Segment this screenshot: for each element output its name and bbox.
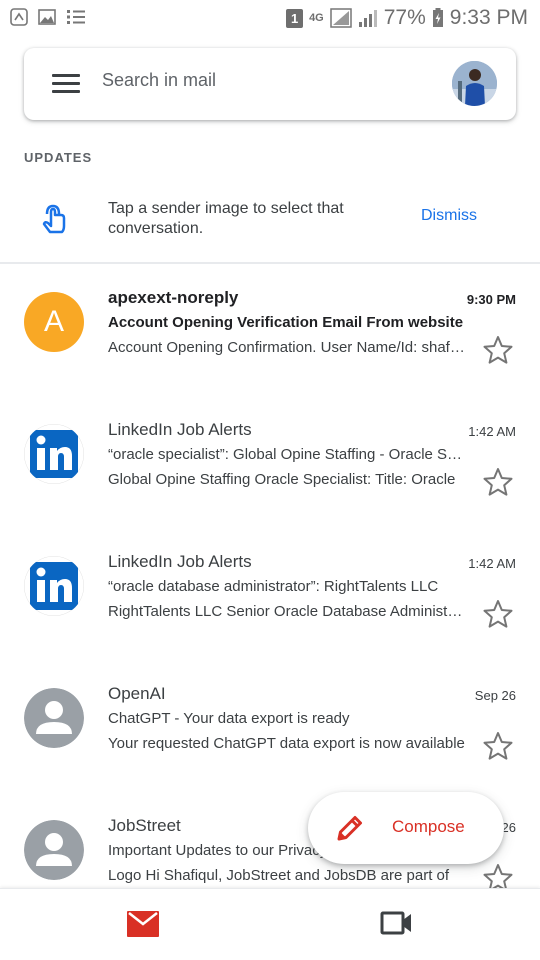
person-silhouette-icon[interactable] (24, 820, 84, 880)
mail-snippet: RightTalents LLC Senior Oracle Database … (108, 603, 466, 620)
compose-button[interactable]: Compose (308, 792, 504, 864)
sender-avatar-letter[interactable]: A (24, 292, 84, 352)
mail-time: 9:30 PM (466, 292, 516, 307)
status-right-icons: 1 4G 77% 9:33 PM (286, 6, 528, 30)
compose-label: Compose (392, 817, 465, 836)
dismiss-button[interactable]: Dismiss (421, 207, 477, 225)
mail-snippet: Your requested ChatGPT data export is no… (108, 735, 465, 752)
mail-row[interactable]: Aapexext-noreply 9:30 PM Account Opening V… (0, 272, 540, 404)
section-label: UPDATES (24, 150, 93, 165)
sender-name: LinkedIn Job Alerts (108, 552, 252, 571)
sender-name: LinkedIn Job Alerts (108, 420, 252, 439)
mail-row[interactable]: LinkedIn Job Alerts 1:42 AM “oracle databa… (0, 536, 540, 668)
person-silhouette-icon[interactable] (24, 688, 84, 748)
mail-time: Sep 26 (474, 688, 516, 703)
divider (0, 262, 540, 264)
mail-subject: Account Opening Verification Email From … (108, 314, 464, 331)
clock: 9:33 PM (449, 6, 528, 29)
star-icon[interactable] (482, 730, 514, 762)
pencil-icon (337, 816, 362, 841)
search-bar[interactable]: Search in mail (24, 48, 516, 120)
mail-row[interactable]: OpenAI Sep 26 ChatGPT - Your data export i… (0, 668, 540, 800)
mail-snippet: Logo Hi Shafiqul, JobStreet and JobsDB a… (108, 867, 450, 884)
mail-snippet: Account Opening Confirmation. User Name/… (108, 339, 466, 356)
mail-time: 1:42 AM (468, 556, 516, 571)
screenshot-icon (10, 8, 28, 26)
mail-icon[interactable] (127, 911, 159, 937)
star-icon[interactable] (482, 466, 514, 498)
tip-text: Tap a sender image to select that conver… (108, 200, 344, 237)
battery-icon (432, 8, 443, 27)
status-left-icons (10, 8, 86, 26)
tap-gesture-icon (42, 204, 66, 234)
sender-name: apexext-noreply (108, 288, 239, 307)
star-icon[interactable] (482, 334, 514, 366)
status-bar: 1 4G 77% 9:33 PM (0, 0, 540, 38)
battery-percent: 77% (383, 6, 426, 29)
sender-name: JobStreet (108, 816, 181, 835)
sender-name: OpenAI (108, 684, 166, 703)
hamburger-menu-icon[interactable] (52, 74, 80, 94)
bottom-navigation (0, 888, 540, 960)
mail-subject: ChatGPT - Your data export is ready (108, 710, 350, 727)
network-type: 4G (309, 12, 324, 24)
star-icon[interactable] (482, 598, 514, 630)
signal-2-icon (358, 10, 377, 27)
list-icon (67, 10, 85, 24)
sim-slot-icon: 1 (286, 8, 304, 28)
mail-subject: “oracle specialist”: Global Opine Staffi… (108, 446, 464, 463)
mail-snippet: Global Opine Staffing Oracle Specialist:… (108, 471, 456, 488)
linkedin-logo-icon[interactable] (24, 424, 84, 484)
video-icon[interactable] (380, 909, 414, 937)
gallery-icon (38, 9, 56, 25)
account-avatar[interactable] (452, 61, 497, 106)
search-input[interactable]: Search in mail (102, 70, 216, 91)
mail-row[interactable]: LinkedIn Job Alerts 1:42 AM “oracle specia… (0, 404, 540, 536)
mail-subject: “oracle database administrator”: RightTa… (108, 578, 439, 595)
linkedin-logo-icon[interactable] (24, 556, 84, 616)
mail-time: 1:42 AM (468, 424, 516, 439)
signal-1-icon (330, 8, 352, 28)
